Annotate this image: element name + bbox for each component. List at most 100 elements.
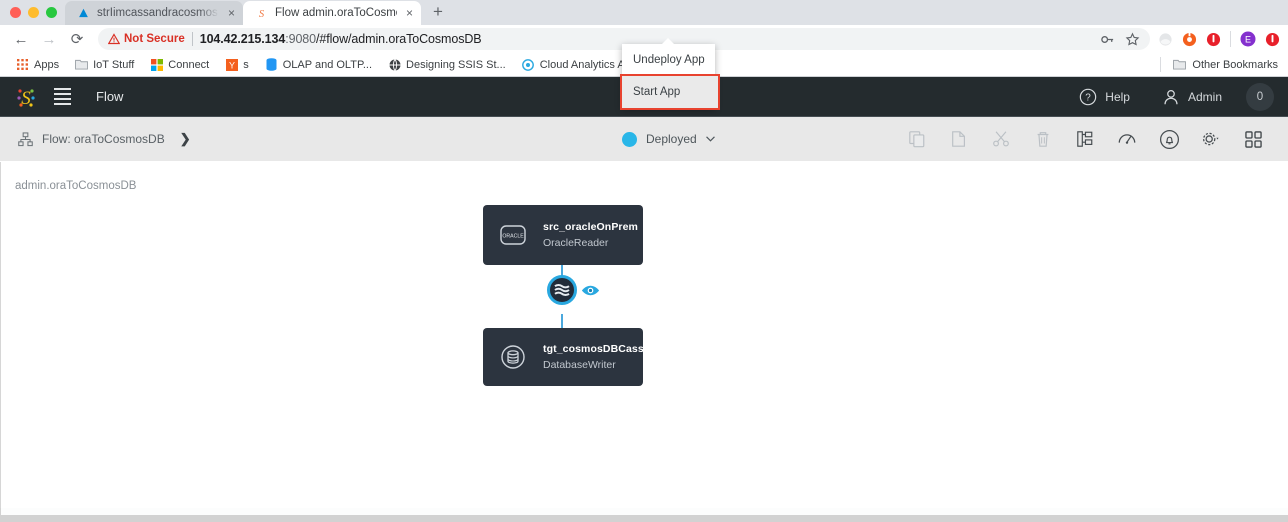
grid-squares-icon — [1245, 131, 1262, 148]
delete-button[interactable] — [1022, 117, 1064, 161]
hamburger-icon[interactable] — [54, 88, 71, 106]
grid-view-button[interactable] — [1232, 117, 1274, 161]
close-window-button[interactable] — [10, 7, 21, 18]
yahoo-icon: Y — [225, 58, 238, 71]
flowchart-icon — [1076, 130, 1094, 148]
dropdown-arrow-icon — [661, 38, 675, 45]
stream-waves-icon — [553, 281, 571, 299]
striim-logo-icon[interactable]: S — [16, 86, 36, 108]
bookmark-connect-label: Connect — [168, 59, 209, 71]
maximize-window-button[interactable] — [46, 7, 57, 18]
help-button[interactable]: ? Help — [1063, 88, 1146, 106]
extension-orange-icon[interactable] — [1182, 32, 1197, 47]
question-circle-icon: ? — [1079, 88, 1097, 106]
bookmark-s-label: s — [243, 59, 249, 71]
bookmark-apps[interactable]: Apps — [8, 58, 67, 71]
svg-text:Y: Y — [229, 60, 235, 70]
flow-node-target[interactable]: tgt_cosmosDBCassandra DatabaseWriter — [483, 328, 643, 386]
striim-icon: S — [254, 6, 268, 20]
menu-item-start-app[interactable]: Start App — [622, 76, 718, 108]
flow-node-source-name: src_oracleOnPrem — [543, 221, 638, 233]
horizontal-scrollbar[interactable] — [0, 508, 1288, 522]
gauge-icon — [1117, 129, 1137, 149]
settings-button[interactable] — [1190, 117, 1232, 161]
flow-edge-bottom — [561, 314, 563, 328]
cut-button[interactable] — [980, 117, 1022, 161]
bookmark-olap-oltp[interactable]: OLAP and OLTP... — [257, 58, 380, 71]
security-status[interactable]: Not Secure — [108, 33, 185, 45]
flow-canvas[interactable]: admin.oraToCosmosDB ORACLE src_oracleOnP… — [0, 162, 1288, 508]
gear-blue-icon — [522, 58, 535, 71]
key-icon[interactable] — [1100, 32, 1115, 47]
extension-grey-icon[interactable] — [1158, 32, 1173, 47]
paste-button[interactable] — [938, 117, 980, 161]
alerts-button[interactable] — [1148, 117, 1190, 161]
notification-badge[interactable]: 0 — [1246, 83, 1274, 111]
header-actions: ? Help Admin 0 — [1063, 83, 1274, 111]
bookmark-cloud-analytics-label: Cloud Analytics A... — [540, 59, 634, 71]
user-menu[interactable]: Admin — [1146, 88, 1238, 106]
svg-text:ORACLE: ORACLE — [502, 234, 524, 240]
folder-icon — [75, 58, 88, 71]
bell-circle-icon — [1159, 129, 1180, 150]
omnibox-divider — [192, 32, 193, 46]
menu-item-undeploy-app[interactable]: Undeploy App — [622, 44, 715, 76]
flow-toolbar: Flow: oraToCosmosDB ❯ Deployed — [0, 117, 1288, 161]
flow-node-target-name: tgt_cosmosDBCassandra — [543, 343, 673, 355]
gear-dropdown-icon — [1201, 130, 1221, 148]
close-tab-1-button[interactable]: × — [228, 7, 235, 19]
globe-icon — [388, 58, 401, 71]
svg-text:E: E — [1245, 35, 1251, 45]
app-status-dropdown-menu: Undeploy App Start App — [622, 44, 715, 108]
new-tab-button[interactable]: + — [421, 3, 453, 22]
url-port: :9080 — [285, 32, 316, 46]
copy-button[interactable] — [896, 117, 938, 161]
folder-icon — [1173, 58, 1186, 71]
minimize-window-button[interactable] — [28, 7, 39, 18]
page-title: Flow — [96, 89, 123, 104]
trash-icon — [1034, 130, 1052, 148]
url-host: 104.42.215.134 — [200, 32, 286, 46]
monitor-button[interactable] — [1106, 117, 1148, 161]
apps-grid-icon — [16, 58, 29, 71]
app-status-dropdown-trigger[interactable]: Deployed — [622, 117, 715, 161]
breadcrumb-chevron-icon[interactable]: ❯ — [180, 131, 191, 147]
microsoft-icon — [150, 58, 163, 71]
oracle-icon: ORACLE — [499, 221, 527, 249]
reload-button[interactable]: ⟳ — [64, 26, 90, 52]
breadcrumb[interactable]: Flow: oraToCosmosDB ❯ — [18, 131, 191, 147]
flow-node-source[interactable]: ORACLE src_oracleOnPrem OracleReader — [483, 205, 643, 265]
warning-triangle-icon — [108, 33, 120, 45]
browser-tab-1-title: strIimcassandracosmos - Data — [97, 7, 219, 19]
extension-red2-icon[interactable] — [1265, 32, 1280, 47]
extension-divider — [1230, 31, 1231, 47]
flow-stream-node[interactable] — [547, 275, 577, 305]
bookmark-iot-stuff-label: IoT Stuff — [93, 59, 134, 71]
layout-button[interactable] — [1064, 117, 1106, 161]
scissors-icon — [992, 130, 1010, 148]
forward-button[interactable]: → — [36, 26, 62, 52]
browser-tab-1[interactable]: strIimcassandracosmos - Data × — [65, 1, 243, 25]
extension-red-icon[interactable] — [1206, 32, 1221, 47]
browser-tab-2[interactable]: S Flow admin.oraToCosmosDB × — [243, 1, 421, 25]
bookmarks-divider — [1160, 57, 1161, 72]
browser-window: strIimcassandracosmos - Data × S Flow ad… — [0, 0, 1288, 522]
bookmark-connect[interactable]: Connect — [142, 58, 217, 71]
bookmark-iot-stuff[interactable]: IoT Stuff — [67, 58, 142, 71]
flow-node-source-type: OracleReader — [543, 237, 638, 249]
bookmark-designing-ssis[interactable]: Designing SSIS St... — [380, 58, 514, 71]
other-bookmarks-label[interactable]: Other Bookmarks — [1192, 59, 1278, 71]
eye-icon — [581, 281, 600, 300]
back-button[interactable]: ← — [8, 26, 34, 52]
azure-icon — [76, 6, 90, 20]
tab-strip: strIimcassandracosmos - Data × S Flow ad… — [0, 0, 1288, 25]
status-label: Deployed — [646, 132, 697, 146]
bookmark-star-icon[interactable] — [1125, 32, 1140, 47]
close-tab-2-button[interactable]: × — [406, 7, 413, 19]
user-icon — [1162, 88, 1180, 106]
stream-preview-button[interactable] — [581, 281, 600, 300]
bookmark-s[interactable]: Y s — [217, 58, 257, 71]
profile-avatar-icon[interactable]: E — [1240, 31, 1256, 47]
database-blue-icon — [265, 58, 278, 71]
flow-hierarchy-icon — [18, 132, 33, 147]
